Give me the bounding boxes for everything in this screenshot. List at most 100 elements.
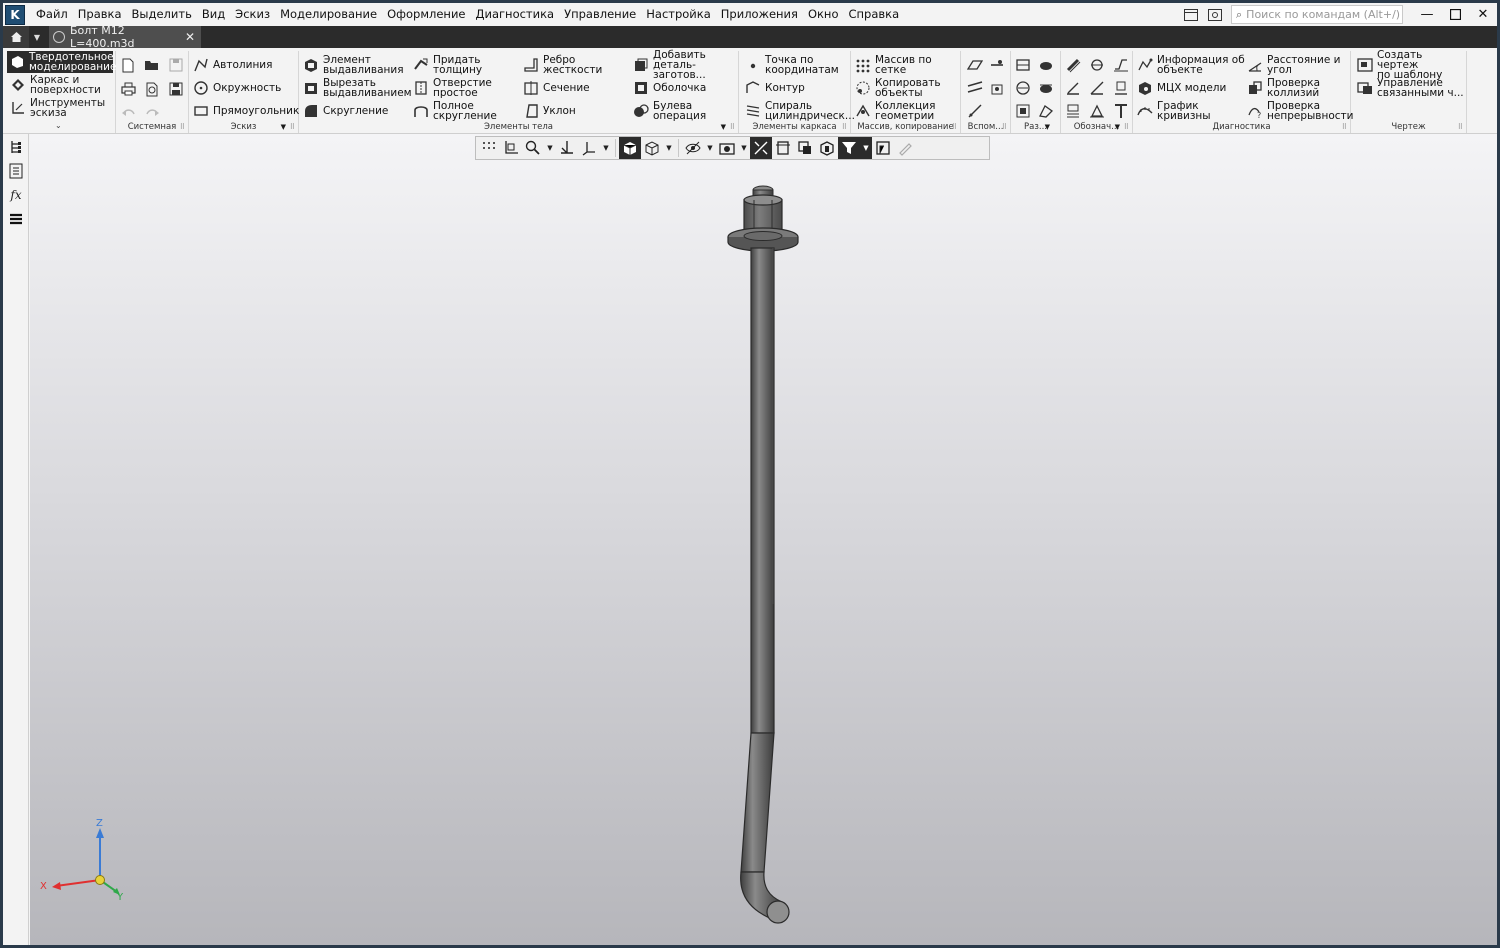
- menu-file[interactable]: Файл: [31, 3, 73, 26]
- cut-face-icon[interactable]: [1015, 103, 1031, 119]
- cut-extrude-button[interactable]: Вырезать выдавливанием: [303, 77, 412, 98]
- redo-icon[interactable]: [144, 105, 160, 121]
- create-drawing-from-template-button[interactable]: Создать чертеж по шаблону: [1357, 49, 1466, 80]
- window-layout-icon[interactable]: [1179, 3, 1203, 26]
- menu-design[interactable]: Оформление: [382, 3, 470, 26]
- group-settings-icon[interactable]: ⠿: [180, 123, 185, 131]
- section-button[interactable]: Сечение: [523, 77, 590, 98]
- undo-icon[interactable]: [120, 105, 136, 121]
- save-all-icon[interactable]: [168, 81, 184, 97]
- menu-window[interactable]: Окно: [803, 3, 844, 26]
- new-document-icon[interactable]: [120, 57, 136, 73]
- layers-icon[interactable]: [5, 208, 27, 230]
- curvature-graph-button[interactable]: График кривизны: [1137, 100, 1211, 121]
- position-marker-icon[interactable]: [1113, 80, 1129, 96]
- fillet-button[interactable]: Скругление: [303, 100, 388, 121]
- menu-edit[interactable]: Правка: [73, 3, 127, 26]
- close-tab-icon[interactable]: ✕: [185, 30, 195, 44]
- aux-coord-system-icon[interactable]: [989, 80, 1005, 96]
- boolean-button[interactable]: Булева операция: [633, 100, 706, 121]
- continuity-check-button[interactable]: ? Проверка непрерывности: [1247, 100, 1353, 121]
- simple-hole-button[interactable]: Отверстие простое: [413, 77, 492, 98]
- mode-wireframe-surfaces[interactable]: Каркас и поверхности: [7, 74, 113, 96]
- aux-offset-plane-icon[interactable]: [967, 80, 983, 96]
- minimize-button[interactable]: —: [1413, 3, 1441, 26]
- save-icon[interactable]: [168, 57, 184, 73]
- menu-modeling[interactable]: Моделирование: [275, 3, 382, 26]
- chevron-down-icon[interactable]: ▼: [281, 123, 286, 131]
- menu-settings[interactable]: Настройка: [641, 3, 716, 26]
- split-edge-icon[interactable]: [1038, 80, 1054, 96]
- properties-panel-icon[interactable]: [5, 160, 27, 182]
- mode-sketch-tools[interactable]: Инструменты эскиза: [7, 97, 113, 119]
- expand-panel-icon[interactable]: ⌄: [55, 121, 62, 130]
- object-info-button[interactable]: Информация об объекте: [1137, 54, 1245, 75]
- full-fillet-button[interactable]: Полное скругление: [413, 100, 497, 121]
- rectangle-button[interactable]: Прямоугольник: [193, 100, 299, 121]
- mass-properties-button[interactable]: МЦХ модели: [1137, 77, 1226, 98]
- chevron-down-icon[interactable]: ▼: [721, 123, 726, 131]
- copy-objects-button[interactable]: Копировать объекты: [855, 77, 941, 98]
- maximize-button[interactable]: [1441, 3, 1469, 26]
- chevron-down-icon[interactable]: ▼: [1045, 123, 1050, 131]
- base-designation-icon[interactable]: [1065, 80, 1081, 96]
- open-folder-icon[interactable]: [144, 57, 160, 73]
- menu-apps[interactable]: Приложения: [716, 3, 803, 26]
- tolerance-icon[interactable]: [1065, 103, 1081, 119]
- cylindrical-spiral-button[interactable]: Спираль цилиндрическ...: [745, 100, 855, 121]
- tab-list-dropdown-icon[interactable]: ▼: [29, 26, 45, 48]
- text-icon[interactable]: [1113, 103, 1129, 119]
- aux-plane-icon[interactable]: [967, 57, 983, 73]
- add-blank-part-button[interactable]: Добавить деталь-заготов...: [633, 49, 738, 80]
- section-line-icon[interactable]: [1015, 57, 1031, 73]
- cut-surface-icon[interactable]: [1038, 103, 1054, 119]
- mode-solid-modeling[interactable]: Твердотельное моделирование: [7, 51, 116, 73]
- distance-angle-button[interactable]: Расстояние и угол: [1247, 54, 1340, 75]
- menu-diagnostics[interactable]: Диагностика: [471, 3, 560, 26]
- geometry-collection-button[interactable]: Коллекция геометрии: [855, 100, 935, 121]
- weld-mark-icon[interactable]: [1089, 103, 1105, 119]
- group-settings-icon[interactable]: ⠿: [1342, 123, 1347, 131]
- grid-array-button[interactable]: Массив по сетке: [855, 54, 960, 75]
- manage-linked-drawings-button[interactable]: Управление связанными ч...: [1357, 77, 1464, 98]
- thread-designation-icon[interactable]: [1065, 57, 1081, 73]
- group-settings-icon[interactable]: ⠿: [1124, 123, 1129, 131]
- roughness-icon[interactable]: [1113, 57, 1129, 73]
- contour-button[interactable]: Контур: [745, 77, 805, 98]
- group-settings-icon[interactable]: ⠿: [952, 123, 957, 131]
- menu-view[interactable]: Вид: [197, 3, 230, 26]
- extrude-button[interactable]: Элемент выдавливания: [303, 54, 404, 75]
- group-settings-icon[interactable]: ⠿: [290, 123, 295, 131]
- model-tree-icon[interactable]: [5, 136, 27, 158]
- aux-axis-icon[interactable]: [989, 57, 1005, 73]
- command-search-input[interactable]: ⌕ Поиск по командам (Alt+/): [1231, 5, 1403, 24]
- menu-help[interactable]: Справка: [844, 3, 905, 26]
- home-icon[interactable]: [3, 26, 29, 48]
- shell-button[interactable]: Оболочка: [633, 77, 706, 98]
- leader-icon[interactable]: [1089, 80, 1105, 96]
- collision-check-button[interactable]: Проверка коллизий: [1247, 77, 1320, 98]
- split-body-icon[interactable]: [1038, 57, 1054, 73]
- menu-select[interactable]: Выделить: [127, 3, 197, 26]
- print-preview-icon[interactable]: [144, 81, 160, 97]
- group-settings-icon[interactable]: ⠿: [730, 123, 735, 131]
- draft-button[interactable]: Уклон: [523, 100, 576, 121]
- kompas-logo-icon[interactable]: K: [5, 4, 25, 25]
- variables-fx-icon[interactable]: fx: [5, 184, 27, 206]
- circle-button[interactable]: Окружность: [193, 77, 281, 98]
- autoline-button[interactable]: Автолиния: [193, 54, 272, 75]
- menu-manage[interactable]: Управление: [559, 3, 641, 26]
- document-tab[interactable]: Болт М12 L=400.m3d ✕: [49, 24, 201, 50]
- screenshot-icon[interactable]: [1203, 3, 1227, 26]
- thicken-button[interactable]: Придать толщину: [413, 54, 482, 75]
- 3d-viewport[interactable]: ▼ ▼ ▼ ▼ ▼ ▼ Z X Y: [30, 134, 1497, 945]
- menu-sketch[interactable]: Эскиз: [230, 3, 275, 26]
- group-settings-icon[interactable]: ⠿: [1458, 123, 1463, 131]
- center-mark-icon[interactable]: [1089, 57, 1105, 73]
- aux-line-icon[interactable]: [967, 103, 983, 119]
- group-settings-icon[interactable]: ⠿: [1002, 123, 1007, 131]
- rib-button[interactable]: Ребро жесткости: [523, 54, 602, 75]
- point-by-coords-button[interactable]: Точка по координатам: [745, 54, 839, 75]
- print-icon[interactable]: [120, 81, 136, 97]
- close-window-button[interactable]: ✕: [1469, 3, 1497, 26]
